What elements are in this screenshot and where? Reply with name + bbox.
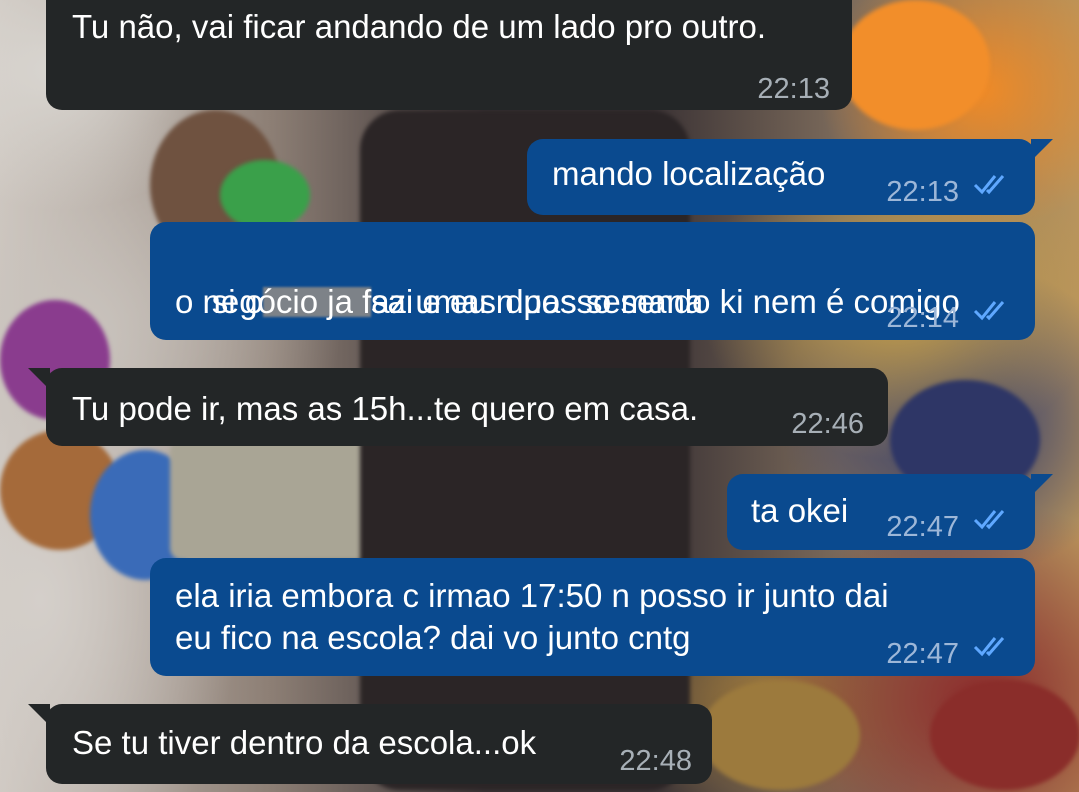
message-time: 22:47 <box>886 511 959 543</box>
message-time: 22:46 <box>791 408 864 440</box>
message-incoming[interactable]: Se tu tiver dentro da escola...ok 22:48 <box>28 704 712 784</box>
read-double-check-icon <box>973 301 1005 321</box>
message-time: 22:47 <box>886 638 959 670</box>
message-outgoing[interactable]: si o sai e eu n posso sendo ki nem é comi… <box>150 222 1035 340</box>
read-double-check-icon <box>973 637 1005 657</box>
read-double-check-icon <box>973 175 1005 195</box>
message-incoming[interactable]: Tu não, vai ficar andando de um lado pro… <box>46 0 852 110</box>
message-time: 22:13 <box>886 176 959 208</box>
message-text: mando localização <box>552 155 826 192</box>
message-text-line: eu fico na escola? dai vo junto cntg <box>175 619 691 656</box>
bubble-tail <box>28 368 50 390</box>
bubble-tail <box>1031 139 1053 161</box>
message-text: Tu pode ir, mas as 15h...te quero em cas… <box>72 390 699 427</box>
message-text-line: ela iria embora c irmao 17:50 n posso ir… <box>175 577 889 614</box>
message-text: ta okei <box>751 492 849 529</box>
read-double-check-icon <box>973 510 1005 530</box>
bubble-tail <box>28 704 50 726</box>
message-outgoing[interactable]: ela iria embora c irmao 17:50 n posso ir… <box>150 558 1035 676</box>
message-time: 22:13 <box>757 73 830 105</box>
message-text: Tu não, vai ficar andando de um lado pro… <box>72 8 767 45</box>
bubble-tail <box>1031 474 1053 496</box>
message-text: Se tu tiver dentro da escola...ok <box>72 724 537 761</box>
message-time: 22:48 <box>619 745 692 777</box>
message-incoming[interactable]: Tu pode ir, mas as 15h...te quero em cas… <box>28 368 888 446</box>
message-time: 22:14 <box>886 302 959 334</box>
message-text-line: o negócio ja faz umas duas semana <box>175 283 704 320</box>
message-outgoing[interactable]: ta okei 22:47 <box>727 474 1053 550</box>
message-outgoing[interactable]: mando localização 22:13 <box>527 139 1053 215</box>
